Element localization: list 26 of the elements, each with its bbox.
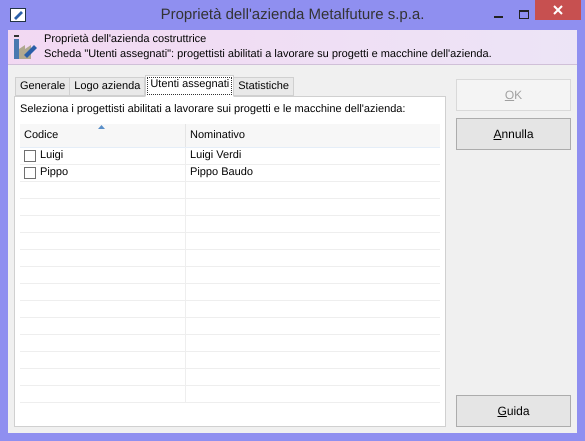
close-button[interactable] xyxy=(535,0,581,20)
column-header[interactable]: Codice xyxy=(20,124,186,146)
close-icon[interactable] xyxy=(553,5,563,15)
window-title: Proprietà dell'azienda Metalfuture s.p.a. xyxy=(160,4,426,25)
checkbox[interactable] xyxy=(24,150,36,162)
column-header[interactable]: Nominativo xyxy=(186,124,440,146)
tab[interactable]: Generale xyxy=(15,77,70,96)
table-cell[interactable]: Luigi xyxy=(20,148,186,164)
tab[interactable]: Logo azienda xyxy=(69,77,146,96)
maximize-icon[interactable] xyxy=(519,10,529,19)
code-text: Pippo xyxy=(40,165,68,180)
instruction-text: Seleziona i progettisti abilitati a lavorare sui progetti e le macchine dell'azienda: xyxy=(20,102,406,117)
table-cell[interactable]: Pippo xyxy=(20,164,186,180)
tab[interactable]: Utenti assegnati xyxy=(145,75,234,97)
code-text: Luigi xyxy=(40,148,64,164)
minimize-icon[interactable] xyxy=(494,16,503,19)
factory-icon xyxy=(12,33,38,61)
checkbox[interactable] xyxy=(24,166,36,178)
app-icon xyxy=(10,8,26,22)
header-description: Scheda "Utenti assegnati": progettisti abilitati a lavorare su progetti e macchine dell'azienda. xyxy=(44,47,492,62)
tab[interactable]: Statistiche xyxy=(233,77,294,96)
table-cell-text: Pippo Baudo xyxy=(189,165,254,180)
cancel-button[interactable]: Annulla xyxy=(456,118,571,150)
table-cell-text: Luigi Verdi xyxy=(189,148,242,164)
help-button[interactable]: Guida xyxy=(456,395,571,427)
header-title: Proprietà dell'azienda costruttrice xyxy=(44,32,208,47)
